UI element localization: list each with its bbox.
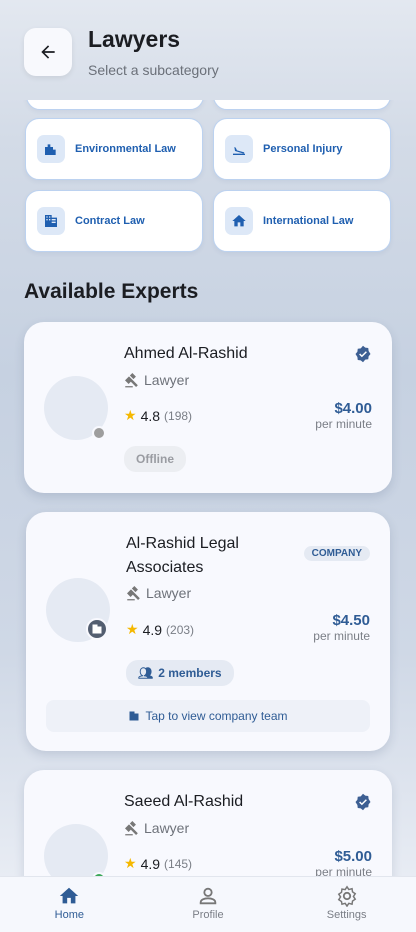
verified-icon bbox=[355, 345, 371, 363]
star-icon: ★ bbox=[124, 855, 137, 871]
members-badge: 👥︎ 2 members bbox=[126, 660, 234, 686]
expert-price: $5.00 per minute bbox=[315, 848, 372, 876]
star-icon: ★ bbox=[126, 621, 139, 637]
expert-name: Ahmed Al-Rashid bbox=[124, 345, 248, 362]
business-icon bbox=[37, 207, 65, 235]
nav-settings[interactable]: Settings bbox=[277, 877, 416, 932]
view-company-team-button[interactable]: Tap to view company team bbox=[46, 700, 370, 732]
expert-role: Lawyer bbox=[124, 820, 189, 836]
flight-land-icon bbox=[225, 135, 253, 163]
page-title: Lawyers bbox=[88, 26, 181, 52]
section-title: Available Experts bbox=[24, 280, 199, 303]
status-badge: Offline bbox=[124, 446, 186, 472]
gavel-icon bbox=[125, 820, 138, 835]
category-international-law[interactable]: International Law bbox=[213, 190, 391, 252]
person-icon bbox=[199, 887, 217, 905]
expert-rating: ★ 4.9 (203) bbox=[126, 621, 195, 638]
verified-icon bbox=[355, 793, 371, 811]
expert-rating: ★ 4.8 (198) bbox=[124, 407, 193, 424]
arrow-left-icon bbox=[41, 45, 55, 59]
offline-status-dot bbox=[92, 426, 106, 440]
home-icon bbox=[60, 887, 79, 904]
avatar bbox=[44, 824, 108, 876]
page-subtitle: Select a subcategory bbox=[88, 62, 219, 78]
company-card[interactable]: Al-Rashid Legal Associates COMPANY Lawye… bbox=[26, 512, 390, 751]
expert-rating: ★ 4.9 (145) bbox=[124, 855, 193, 872]
gavel-icon bbox=[125, 372, 138, 387]
bottom-nav: Home Profile Settings bbox=[0, 876, 416, 932]
category-card-partial[interactable] bbox=[213, 100, 391, 110]
expert-name: Al-Rashid Legal Associates bbox=[126, 535, 239, 576]
nav-profile[interactable]: Profile bbox=[139, 877, 278, 932]
gavel-icon bbox=[127, 585, 140, 600]
star-icon: ★ bbox=[124, 407, 137, 423]
category-contract-law[interactable]: Contract Law bbox=[25, 190, 203, 252]
company-badge: COMPANY bbox=[303, 546, 370, 561]
expert-name: Saeed Al-Rashid bbox=[124, 793, 244, 810]
expert-card[interactable]: Ahmed Al-Rashid Lawyer ★ 4.8 (198) $4.00 pe… bbox=[24, 322, 392, 493]
category-environmental-law[interactable]: Environmental Law bbox=[25, 118, 203, 180]
home-icon bbox=[225, 207, 253, 235]
back-button[interactable] bbox=[24, 28, 72, 76]
category-card-partial[interactable] bbox=[26, 100, 204, 110]
expert-role: Lawyer bbox=[124, 372, 189, 388]
nav-home[interactable]: Home bbox=[0, 877, 139, 932]
business-icon bbox=[129, 711, 139, 721]
expert-price: $4.50 per minute bbox=[313, 612, 370, 643]
gear-icon bbox=[337, 885, 356, 907]
expert-role: Lawyer bbox=[126, 585, 191, 601]
business-icon bbox=[86, 618, 108, 640]
category-personal-injury[interactable]: Personal Injury bbox=[213, 118, 391, 180]
expert-price: $4.00 per minute bbox=[315, 400, 372, 431]
group-icon: 👥︎ bbox=[138, 666, 154, 680]
scroll-content[interactable]: Environmental Law Personal Injury Contra… bbox=[0, 100, 416, 876]
eco-building-icon bbox=[37, 135, 65, 163]
expert-card[interactable]: Saeed Al-Rashid Lawyer ★ 4.9 (145) $5.00 pe… bbox=[24, 770, 392, 876]
